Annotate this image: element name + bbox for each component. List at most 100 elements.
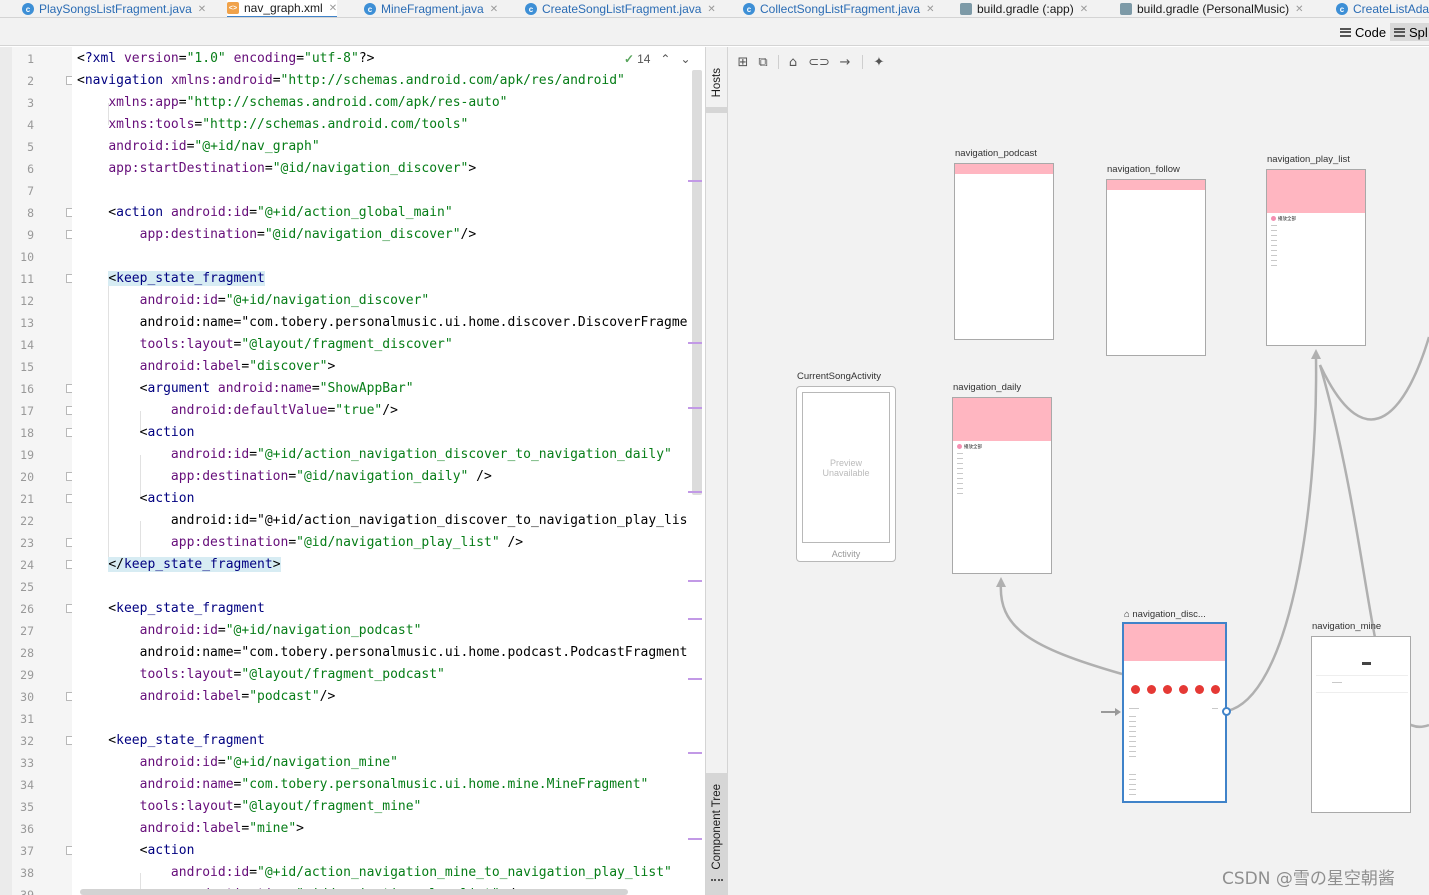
node-discover[interactable] (1122, 622, 1227, 803)
list-item (1271, 230, 1277, 231)
code-line[interactable]: android:id="@+id/navigation_podcast" (77, 620, 422, 642)
node-mine[interactable] (1311, 636, 1411, 813)
xml-file-icon: <> (227, 2, 239, 14)
action-discover-to-play-list[interactable] (1226, 356, 1318, 713)
editor-tab[interactable]: c CollectSongListFragment.java ✕ (743, 0, 934, 17)
split-view-button[interactable]: Spl (1390, 23, 1429, 41)
activity-caption: Activity (831, 549, 861, 559)
code-line[interactable]: <keep_state_fragment (77, 598, 265, 620)
editor-tab[interactable]: c MineFragment.java ✕ (364, 0, 498, 17)
code-line[interactable]: <action (77, 422, 195, 444)
java-class-icon: c (364, 3, 376, 15)
close-tab-icon[interactable]: ✕ (1295, 4, 1303, 15)
code-line[interactable]: app:destination="@id/navigation_daily" /… (77, 466, 492, 488)
line-number: 15 (20, 360, 34, 374)
close-tab-icon[interactable]: ✕ (707, 4, 715, 15)
code-line[interactable]: <action (77, 488, 195, 510)
code-line[interactable]: xmlns:app="http://schemas.android.com/ap… (77, 92, 507, 114)
code-line[interactable]: tools:layout="@layout/fragment_mine" (77, 796, 422, 818)
list-item (1129, 756, 1136, 757)
line-number: 2 (27, 74, 34, 88)
line-number: 19 (20, 448, 34, 462)
code-line[interactable]: xmlns:tools="http://schemas.android.com/… (77, 114, 468, 136)
line-number: 12 (20, 294, 34, 308)
line-number: 38 (20, 866, 34, 880)
code-line[interactable]: android:id="@+id/action_navigation_disco… (77, 444, 672, 466)
code-line[interactable]: android:name="com.tobery.personalmusic.u… (77, 642, 688, 664)
node-follow[interactable] (1106, 179, 1206, 356)
hosts-panel-label: Hosts (711, 68, 723, 98)
close-tab-icon[interactable]: ✕ (198, 4, 206, 15)
navigation-graph-canvas[interactable]: ⊞ ⧉ ⌂ ⊂⊃ → ✦ navigation_podcast navigati… (728, 47, 1429, 895)
code-line[interactable]: android:label="podcast"/> (77, 686, 336, 708)
code-line[interactable]: android:name="com.tobery.personalmusic.u… (77, 312, 688, 334)
code-line[interactable]: <keep_state_fragment (77, 268, 265, 290)
mine-avatar-placeholder (1362, 662, 1371, 665)
next-highlight-icon[interactable]: ⌄ (680, 52, 690, 66)
code-line[interactable]: <navigation xmlns:android="http://schema… (77, 70, 625, 92)
close-tab-icon[interactable]: ✕ (490, 4, 498, 15)
line-number: 5 (27, 140, 34, 154)
list-item (1129, 751, 1136, 752)
prev-highlight-icon[interactable]: ⌃ (660, 52, 670, 66)
code-line[interactable]: app:startDestination="@id/navigation_dis… (77, 158, 476, 180)
node-daily[interactable]: 播放全部 (952, 397, 1052, 574)
editor-tab[interactable]: build.gradle (:app) ✕ (960, 0, 1088, 17)
editor-vertical-scrollbar[interactable] (692, 70, 702, 495)
code-view-button[interactable]: Code (1340, 23, 1386, 41)
node-label-current-song: CurrentSongActivity (797, 371, 881, 382)
code-line[interactable]: tools:layout="@layout/fragment_discover" (77, 334, 453, 356)
code-line[interactable]: android:name="com.tobery.personalmusic.u… (77, 774, 649, 796)
discover-shortcut-icon (1163, 685, 1172, 694)
code-line[interactable]: app:destination="@id/navigation_play_lis… (77, 532, 523, 554)
action-handle[interactable] (1222, 707, 1231, 716)
node-current-song-activity[interactable]: Preview Unavailable Activity (796, 386, 896, 562)
editor-horizontal-scrollbar[interactable] (80, 889, 628, 895)
code-line[interactable]: android:defaultValue="true"/> (77, 400, 398, 422)
hosts-panel-tab[interactable]: Hosts (706, 53, 728, 113)
node-play-list[interactable]: 播放全部 (1266, 169, 1366, 346)
line-number: 18 (20, 426, 34, 440)
editor-tab[interactable]: build.gradle (PersonalMusic) ✕ (1120, 0, 1303, 17)
code-line[interactable]: android:id="@+id/nav_graph" (77, 136, 319, 158)
node-podcast[interactable] (954, 163, 1054, 340)
editor-tab[interactable]: <> nav_graph.xml ✕ (227, 0, 338, 17)
code-line[interactable]: app:destination="@id/navigation_discover… (77, 224, 477, 246)
code-line[interactable]: android:id="@+id/action_navigation_disco… (77, 510, 688, 532)
code-line[interactable]: <argument android:name="ShowAppBar" (77, 378, 414, 400)
line-number: 23 (20, 536, 34, 550)
component-tree-panel-tab[interactable]: Component Tree (706, 779, 728, 875)
hosts-panel-resize (706, 107, 728, 113)
list-item (1271, 245, 1277, 246)
close-tab-icon[interactable]: ✕ (329, 3, 337, 14)
line-number: 14 (20, 338, 34, 352)
code-line[interactable]: android:label="discover"> (77, 356, 336, 378)
editor-tab[interactable]: c CreateListAda (1336, 0, 1429, 17)
code-line[interactable]: android:id="@+id/navigation_mine" (77, 752, 398, 774)
code-line[interactable]: <?xml version="1.0" encoding="utf-8"?> (77, 48, 374, 70)
code-line[interactable]: <keep_state_fragment (77, 730, 265, 752)
daily-header (953, 398, 1051, 441)
line-number: 11 (20, 272, 34, 286)
editor-tab[interactable]: c CreateSongListFragment.java ✕ (525, 0, 716, 17)
code-editor[interactable]: <?xml version="1.0" encoding="utf-8"?> <n… (72, 47, 702, 895)
close-tab-icon[interactable]: ✕ (1080, 4, 1088, 15)
play-list-header (1267, 170, 1365, 213)
gradle-file-icon (960, 3, 972, 15)
line-number: 20 (20, 470, 34, 484)
code-line[interactable]: android:label="mine"> (77, 818, 304, 840)
code-line[interactable]: tools:layout="@layout/fragment_podcast" (77, 664, 445, 686)
editor-tab[interactable]: c PlaySongsListFragment.java ✕ (22, 0, 206, 17)
close-tab-icon[interactable]: ✕ (926, 4, 934, 15)
line-number: 31 (20, 712, 34, 726)
code-line[interactable]: <action (77, 840, 195, 862)
java-class-icon: c (743, 3, 755, 15)
code-line[interactable]: <action android:id="@+id/action_global_m… (77, 202, 452, 224)
view-mode-bar: Code Spl (0, 18, 1429, 46)
inspection-widget[interactable]: ✓ 14 ⌃ ⌄ (624, 52, 691, 66)
code-line[interactable]: </keep_state_fragment> (77, 554, 281, 576)
code-line[interactable]: android:id="@+id/action_navigation_mine_… (77, 862, 672, 884)
action-discover-to-daily[interactable] (999, 581, 1123, 676)
line-number: 33 (20, 756, 34, 770)
code-line[interactable]: android:id="@+id/navigation_discover" (77, 290, 430, 312)
